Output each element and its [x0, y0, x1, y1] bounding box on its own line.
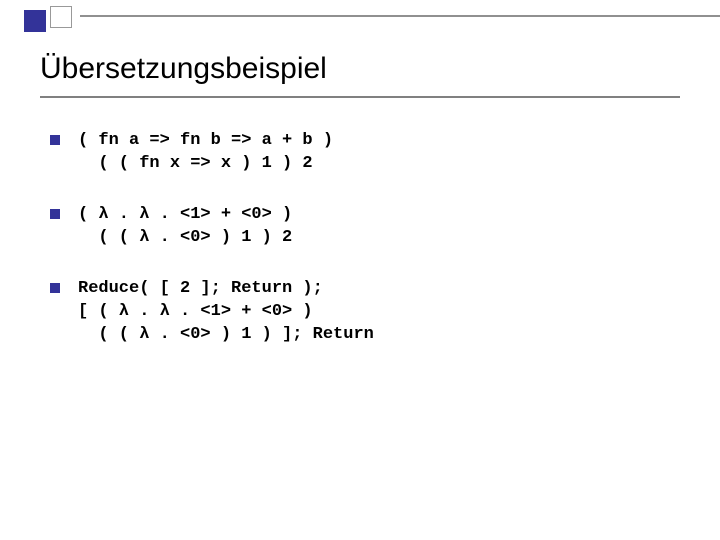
list-item: ( fn a => fn b => a + b ) ( ( fn x => x … [50, 130, 680, 176]
list-item: Reduce( [ 2 ]; Return ); [ ( λ . λ . <1>… [50, 278, 680, 347]
accent-line [80, 15, 720, 17]
code-block: ( λ . λ . <1> + <0> ) ( ( λ . <0> ) 1 ) … [78, 204, 292, 250]
accent-square-outline [50, 6, 72, 28]
bullet-icon [50, 283, 60, 293]
accent-square-filled [24, 10, 46, 32]
title-underline [40, 96, 680, 98]
slide-title: Übersetzungsbeispiel [40, 52, 327, 86]
bullet-icon [50, 135, 60, 145]
code-block: ( fn a => fn b => a + b ) ( ( fn x => x … [78, 130, 333, 176]
bullet-icon [50, 209, 60, 219]
list-item: ( λ . λ . <1> + <0> ) ( ( λ . <0> ) 1 ) … [50, 204, 680, 250]
slide-content: ( fn a => fn b => a + b ) ( ( fn x => x … [50, 130, 680, 375]
code-block: Reduce( [ 2 ]; Return ); [ ( λ . λ . <1>… [78, 278, 374, 347]
slide: Übersetzungsbeispiel ( fn a => fn b => a… [0, 0, 720, 540]
slide-top-accent [0, 0, 720, 20]
